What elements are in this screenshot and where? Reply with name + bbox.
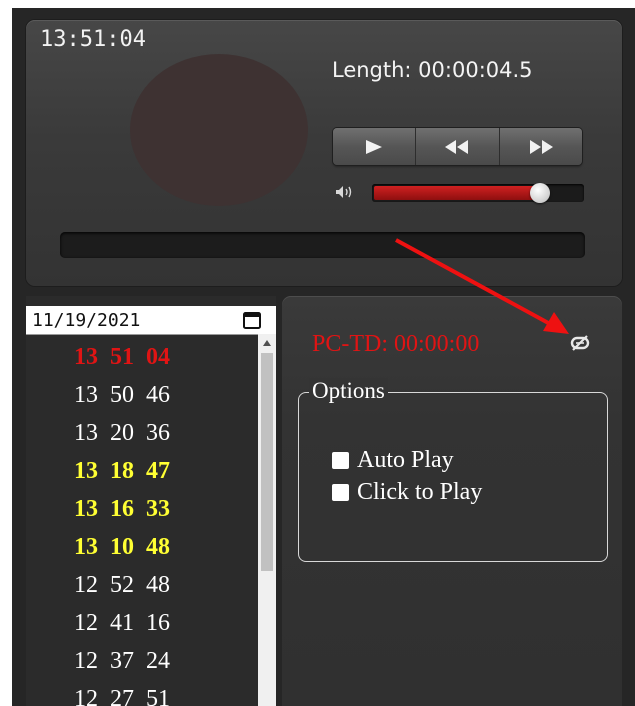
broken-link-icon[interactable]	[570, 334, 590, 352]
play-icon	[366, 139, 383, 154]
volume-icon[interactable]	[335, 184, 355, 200]
click-to-play-option[interactable]: Click to Play	[332, 479, 482, 506]
time-list-item[interactable]: 12 37 24	[74, 648, 234, 675]
scroll-thumb[interactable]	[261, 353, 273, 571]
date-value: 11/19/2021	[32, 310, 141, 331]
calendar-icon[interactable]	[242, 310, 262, 330]
click-to-play-checkbox[interactable]	[332, 484, 349, 501]
time-list-item[interactable]: 12 41 16	[74, 610, 234, 637]
auto-play-checkbox[interactable]	[332, 452, 349, 469]
fast-forward-button[interactable]	[499, 128, 582, 165]
player-disc	[130, 54, 308, 206]
rewind-icon	[445, 139, 469, 154]
current-time-clock: 13:51:04	[40, 27, 146, 52]
time-list-item[interactable]: 13 51 04	[74, 344, 234, 371]
time-list-item[interactable]: 13 10 48	[74, 534, 234, 561]
pc-td-label: PC-TD: 00:00:00	[312, 331, 480, 357]
time-list-item[interactable]: 13 18 47	[74, 458, 234, 485]
date-field[interactable]: 11/19/2021	[26, 306, 276, 335]
time-list-scrollbar[interactable]	[258, 334, 276, 706]
time-list-item[interactable]: 12 27 51	[74, 686, 234, 706]
auto-play-label: Auto Play	[357, 447, 454, 473]
options-legend: Options	[309, 378, 388, 404]
seek-bar[interactable]	[60, 232, 585, 258]
playback-controls	[333, 128, 582, 165]
time-list-item[interactable]: 13 20 36	[74, 420, 234, 447]
volume-slider[interactable]	[372, 183, 584, 203]
scroll-up-button[interactable]	[258, 334, 276, 351]
volume-fill	[374, 186, 540, 200]
auto-play-option[interactable]: Auto Play	[332, 447, 454, 474]
click-to-play-label: Click to Play	[357, 479, 483, 505]
time-list: 13 51 04 13 50 46 13 20 36 13 18 47 13 16 33…	[26, 334, 258, 706]
fast-forward-icon	[529, 139, 553, 154]
length-label: Length: 00:00:04.5	[332, 58, 533, 82]
play-button[interactable]	[333, 128, 417, 165]
media-player: 13:51:04 Length: 00:00:04.5	[26, 20, 622, 286]
time-list-item[interactable]: 13 50 46	[74, 382, 234, 409]
options-group: Options Auto Play Click to Play	[298, 378, 608, 562]
rewind-button[interactable]	[416, 128, 500, 165]
time-list-item[interactable]: 12 52 48	[74, 572, 234, 599]
time-list-item[interactable]: 13 16 33	[74, 496, 234, 523]
scroll-up-arrow-icon	[263, 339, 271, 346]
details-panel: PC-TD: 00:00:00 Options Auto Play Click …	[282, 296, 622, 706]
recording-list-panel: 11/19/2021 13 51 04 13 50 46 13 20 36 13 18…	[26, 296, 276, 706]
volume-slider-thumb[interactable]	[530, 183, 550, 203]
